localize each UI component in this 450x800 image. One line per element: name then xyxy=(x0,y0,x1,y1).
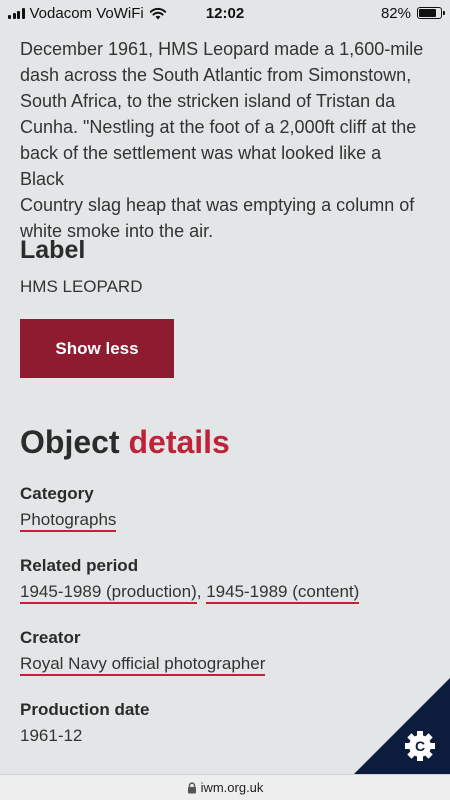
cookie-letter: C xyxy=(415,738,425,754)
cookie-settings-button[interactable]: C xyxy=(354,678,450,774)
lock-icon xyxy=(187,781,196,793)
battery-icon xyxy=(417,7,445,19)
label-value: HMS LEOPARD xyxy=(20,277,143,296)
battery-percentage: 82% xyxy=(380,4,411,22)
production-date-label: Production date xyxy=(20,700,150,719)
status-bar: Vodacom VoWiFi 12:02 82% xyxy=(0,0,450,26)
related-period-content-link[interactable]: 1945-1989 (content) xyxy=(206,582,360,604)
address-domain: iwm.org.uk xyxy=(200,780,264,795)
creator-value: Royal Navy official photographer xyxy=(20,654,266,676)
related-period-label: Related period xyxy=(20,556,139,575)
cutoff-text-line xyxy=(20,18,160,22)
production-date-value: 1961-12 xyxy=(20,726,83,745)
paragraph-line: South Africa, to the stricken island of … xyxy=(20,91,396,111)
cookie-settings-icon: C xyxy=(354,678,450,774)
creator-link[interactable]: Royal Navy official photographer xyxy=(20,654,266,676)
category-value: Photographs xyxy=(20,510,117,532)
related-period-value: 1945-1989 (production), 1945-1989 (conte… xyxy=(20,582,360,604)
cellular-signal-icon xyxy=(8,7,25,19)
label-heading: Label xyxy=(20,236,86,264)
heading-plain: Object xyxy=(20,424,120,460)
related-period-production-link[interactable]: 1945-1989 (production) xyxy=(20,582,197,604)
show-less-button[interactable]: Show less xyxy=(20,319,174,378)
object-details-heading: Object details xyxy=(20,424,230,461)
category-label: Category xyxy=(20,484,94,503)
paragraph-line: dash across the South Atlantic from Simo… xyxy=(20,65,412,85)
status-right: 82% xyxy=(380,4,445,22)
browser-address-bar[interactable]: iwm.org.uk xyxy=(0,774,450,800)
description-paragraph: December 1961, HMS Leopard made a 1,600-… xyxy=(20,36,430,244)
paragraph-line: Country slag heap that was emptying a co… xyxy=(20,195,415,215)
category-link[interactable]: Photographs xyxy=(20,510,117,532)
creator-label: Creator xyxy=(20,628,81,647)
paragraph-line: back of the settlement was what looked l… xyxy=(20,143,382,189)
battery-level xyxy=(419,9,437,17)
paragraph-line: Cunha. "Nestling at the foot of a 2,000f… xyxy=(20,117,417,137)
heading-accent: details xyxy=(128,424,230,460)
related-period-separator: , xyxy=(196,582,202,601)
paragraph-line: December 1961, HMS Leopard made a 1,600-… xyxy=(20,39,424,59)
